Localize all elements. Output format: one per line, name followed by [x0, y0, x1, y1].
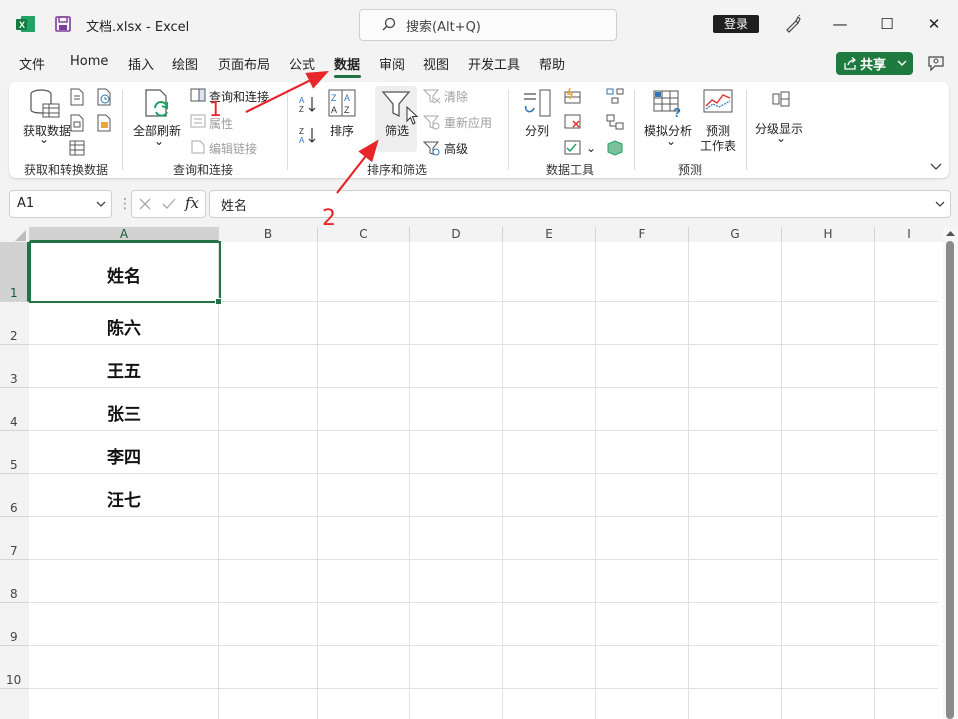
annotation-step-1: 1	[209, 97, 222, 121]
tutorial-annotation-layer	[245, 71, 379, 194]
annotation-arrow-2	[336, 139, 379, 194]
annotation-step-2: 2	[322, 206, 336, 231]
annotation-arrow-1	[245, 71, 329, 113]
